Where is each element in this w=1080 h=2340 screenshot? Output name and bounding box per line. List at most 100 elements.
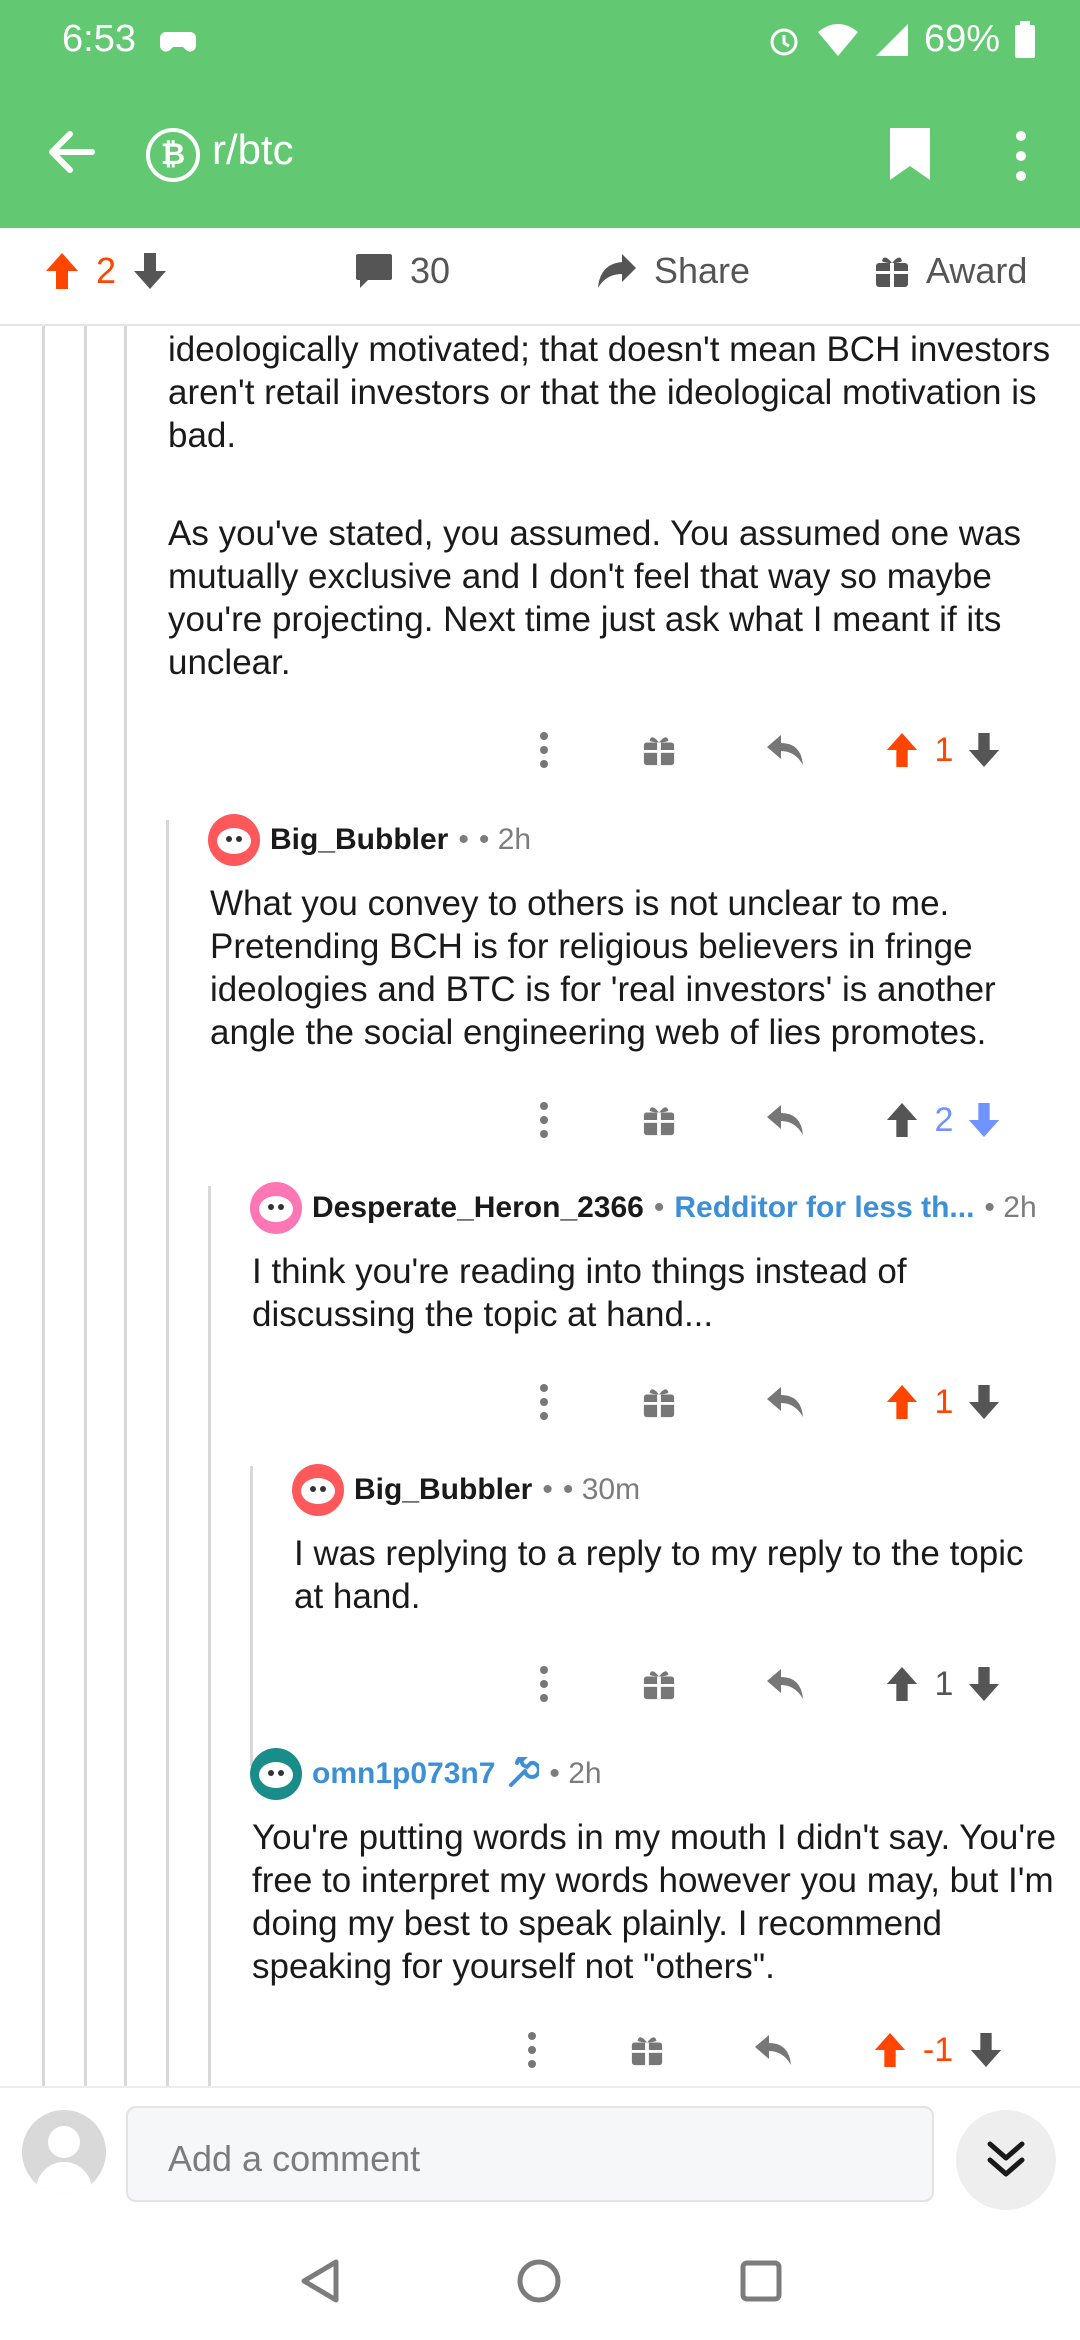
upvote-icon — [886, 1385, 918, 1419]
award-button[interactable] — [634, 1656, 684, 1712]
comment-score: 1 — [934, 1664, 954, 1703]
bookmark-icon[interactable] — [888, 126, 932, 182]
reply-button[interactable] — [760, 722, 810, 778]
share-icon — [598, 254, 636, 288]
upvote-icon[interactable] — [44, 251, 80, 291]
thread-line — [124, 326, 127, 2086]
thread-line[interactable] — [208, 1186, 211, 2086]
thread-line — [42, 326, 45, 2086]
downvote-button[interactable] — [964, 1092, 1004, 1148]
comment-score: 1 — [934, 1382, 954, 1421]
award-button[interactable] — [634, 722, 684, 778]
collapse-threads-button[interactable] — [956, 2110, 1056, 2210]
reply-icon — [767, 1669, 803, 1699]
reply-button[interactable] — [748, 2022, 798, 2078]
downvote-icon[interactable] — [132, 251, 168, 291]
upvote-button[interactable] — [882, 722, 922, 778]
downvote-icon — [968, 1385, 1000, 1419]
downvote-button[interactable] — [964, 1374, 1004, 1430]
more-options[interactable] — [524, 1092, 564, 1148]
status-bar: 6:53 69% — [0, 0, 1080, 84]
award-button[interactable]: Award — [874, 250, 1027, 292]
comment-body: I was replying to a reply to my reply to… — [294, 1534, 1024, 1616]
gift-icon — [643, 1671, 675, 1700]
system-nav-bar — [0, 2220, 1080, 2340]
app-bar: 6:53 69% ₿ r/btc — [0, 0, 1080, 228]
comment-input-bar: Add a comment — [0, 2086, 1080, 2220]
kebab-icon — [540, 732, 548, 768]
comment-icon — [356, 254, 392, 288]
more-options[interactable] — [524, 1656, 564, 1712]
thread-line[interactable] — [250, 1466, 253, 1766]
reply-button[interactable] — [760, 1656, 810, 1712]
comment-author[interactable]: omn1p073n7 — [312, 1757, 495, 1791]
user-avatar[interactable] — [22, 2110, 106, 2194]
comment-actions: -1 — [498, 2022, 1038, 2078]
downvote-icon — [968, 733, 1000, 767]
kebab-icon — [540, 1666, 548, 1702]
comment-header: Desperate_Heron_2366 • Redditor for less… — [250, 1182, 1037, 1234]
downvote-icon — [968, 1667, 1000, 1701]
avatar[interactable] — [250, 1182, 302, 1234]
add-comment-input[interactable]: Add a comment — [126, 2106, 934, 2202]
award-label: Award — [926, 250, 1028, 291]
battery-percent: 69% — [923, 18, 1000, 60]
upvote-button[interactable] — [882, 1656, 922, 1712]
upvote-button[interactable] — [882, 1092, 922, 1148]
comment-author[interactable]: Desperate_Heron_2366 — [312, 1191, 644, 1225]
comment-header: Big_Bubbler • • 2h — [208, 814, 531, 866]
comment-thread: ideologically motivated; that doesn't me… — [0, 326, 1080, 2086]
back-triangle-icon[interactable] — [296, 2256, 346, 2306]
downvote-icon — [968, 1103, 1000, 1137]
post-vote: 2 — [44, 250, 168, 292]
home-circle-icon[interactable] — [514, 2256, 564, 2306]
downvote-button[interactable] — [964, 1656, 1004, 1712]
subreddit-name[interactable]: r/btc — [212, 126, 294, 174]
downvote-button[interactable] — [964, 722, 1004, 778]
award-button[interactable] — [622, 2022, 672, 2078]
share-button[interactable]: Share — [596, 250, 750, 292]
bitcoin-icon[interactable]: ₿ — [146, 128, 200, 182]
gift-icon — [643, 737, 675, 766]
avatar[interactable] — [250, 1748, 302, 1800]
arrow-left-icon[interactable] — [44, 124, 100, 180]
avatar[interactable] — [208, 814, 260, 866]
mod-wrench-icon — [509, 1757, 540, 1787]
status-icons: 69% — [766, 18, 1036, 61]
reply-icon — [755, 2035, 791, 2065]
comment-score: -1 — [922, 2030, 954, 2069]
comment-score: 1 — [934, 730, 954, 769]
upvote-icon — [886, 1103, 918, 1137]
award-button[interactable] — [634, 1374, 684, 1430]
more-options[interactable] — [524, 722, 564, 778]
comments-button[interactable]: 30 — [354, 250, 450, 292]
comment-author[interactable]: Big_Bubbler — [270, 823, 448, 857]
separator-dot: • — [542, 1473, 553, 1506]
more-options[interactable] — [512, 2022, 552, 2078]
kebab-icon — [540, 1102, 548, 1138]
wifi-icon — [817, 23, 858, 56]
thread-line[interactable] — [166, 820, 169, 2086]
comment-time: • 30m — [562, 1473, 641, 1506]
reply-icon — [767, 1105, 803, 1135]
gift-icon — [631, 2037, 663, 2066]
double-chevron-down-icon — [987, 2141, 1025, 2177]
post-action-bar: 2 30 Share Award — [0, 228, 1080, 326]
upvote-button[interactable] — [870, 2022, 910, 2078]
comment-score: 2 — [934, 1100, 954, 1139]
award-button[interactable] — [634, 1092, 684, 1148]
reply-button[interactable] — [760, 1374, 810, 1430]
upvote-button[interactable] — [882, 1374, 922, 1430]
recents-square-icon[interactable] — [736, 2256, 786, 2306]
more-options[interactable] — [524, 1374, 564, 1430]
comment-actions: 1 — [510, 1374, 1050, 1430]
comment-actions: 1 — [510, 1656, 1050, 1712]
avatar[interactable] — [292, 1464, 344, 1516]
kebab-icon[interactable] — [1006, 126, 1036, 186]
share-label: Share — [654, 250, 751, 291]
comment-author[interactable]: Big_Bubbler — [354, 1473, 532, 1507]
reply-button[interactable] — [760, 1092, 810, 1148]
battery-icon — [1015, 20, 1035, 58]
downvote-button[interactable] — [966, 2022, 1006, 2078]
status-time: 6:53 — [62, 18, 136, 60]
